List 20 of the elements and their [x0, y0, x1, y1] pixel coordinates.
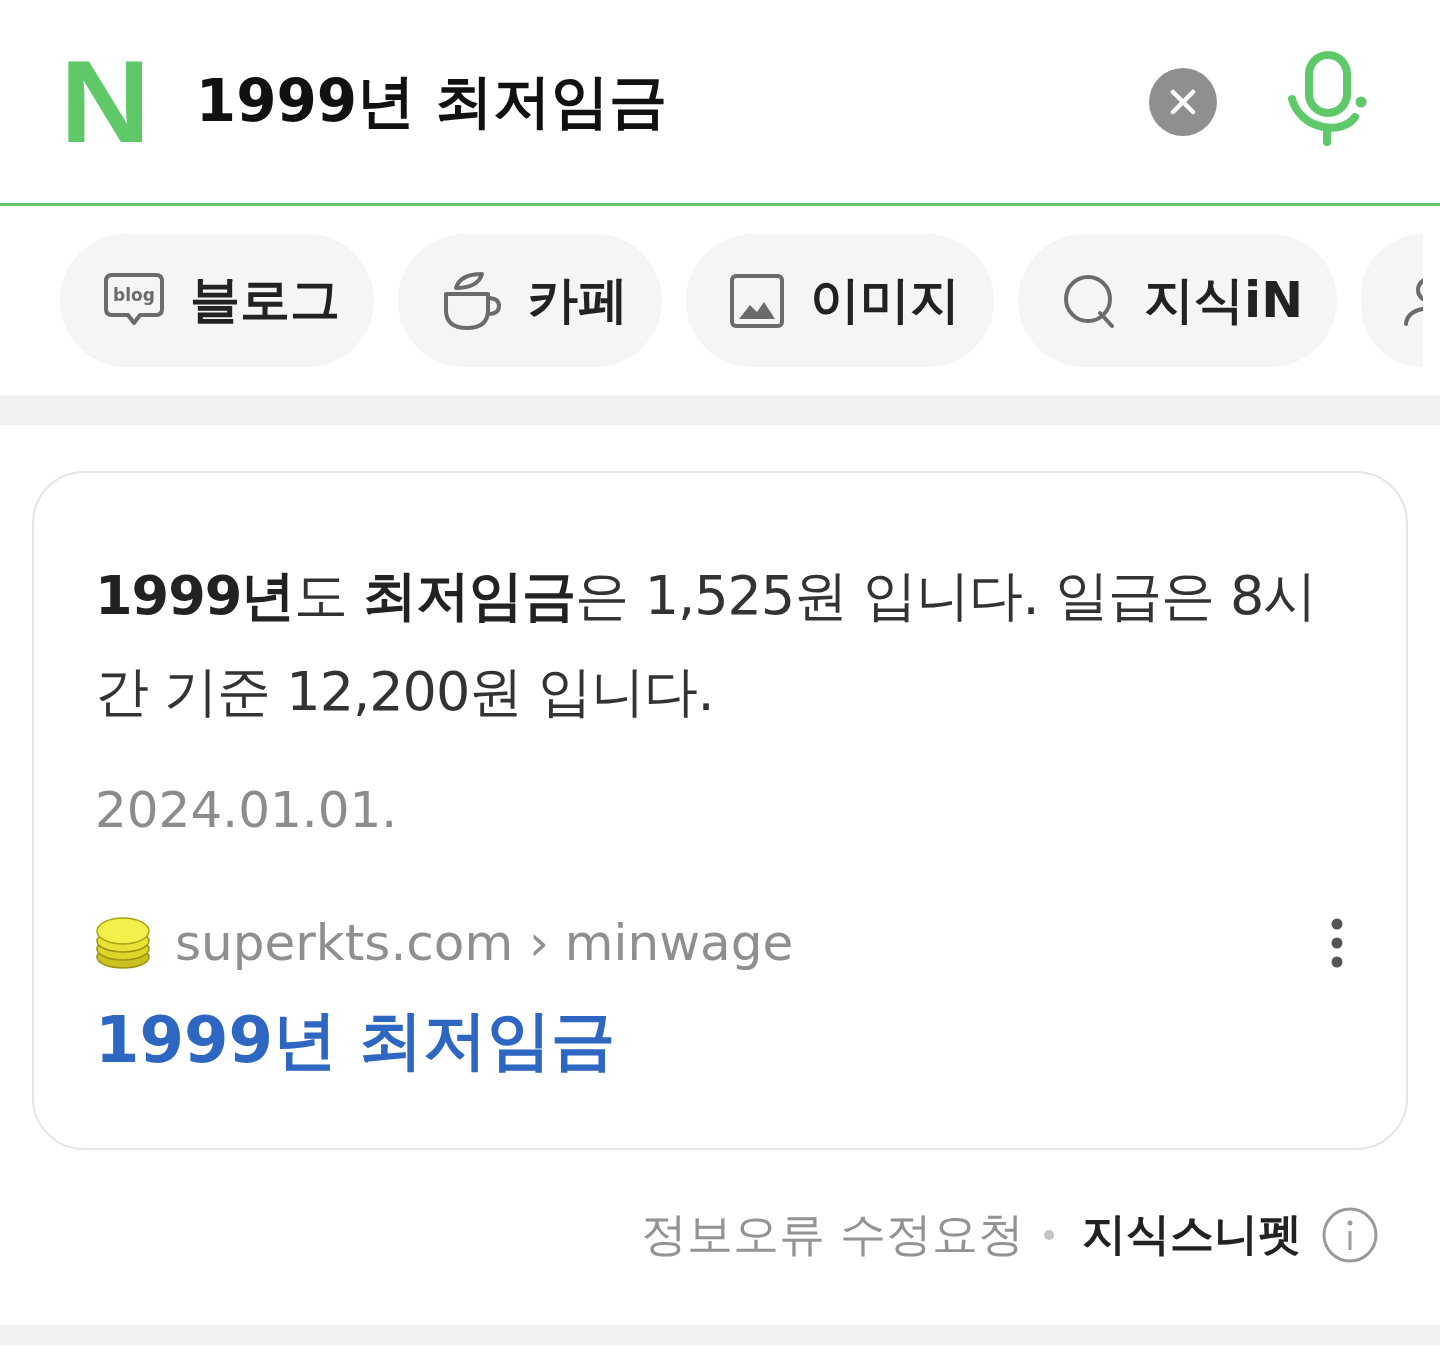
- category-tab[interactable]: blog 블로그: [60, 234, 374, 367]
- more-vertical-icon: [1330, 918, 1344, 968]
- date-text: 2024.01.01.: [95, 780, 398, 841]
- microphone-icon: [1287, 50, 1367, 147]
- cup-icon: [442, 269, 502, 332]
- result-title-link[interactable]: 1999년 최저임금: [95, 995, 616, 1085]
- separator-dot-icon: [1044, 1229, 1054, 1240]
- snippet-brand: 지식스니펫: [1082, 1207, 1302, 1261]
- coin-stack-icon: [95, 915, 151, 971]
- category-tab[interactable]: 지식iN: [1018, 234, 1337, 367]
- answer-text: 1999년도 최저임금은 1,525원 입니다. 일급은 8시간 기준 12,200원 입니다.: [95, 563, 1318, 725]
- category-tab[interactable]: 카페: [398, 234, 662, 367]
- voice-search-button[interactable]: [1287, 50, 1367, 147]
- info-button[interactable]: [1322, 1206, 1378, 1263]
- image-icon: [730, 273, 784, 328]
- info-icon: [1322, 1206, 1378, 1263]
- more-button[interactable]: [1330, 918, 1344, 968]
- search-query[interactable]: 1999년 최저임금: [195, 66, 1149, 137]
- category-tab[interactable]: 이미지: [686, 234, 994, 367]
- close-icon: [1170, 88, 1196, 115]
